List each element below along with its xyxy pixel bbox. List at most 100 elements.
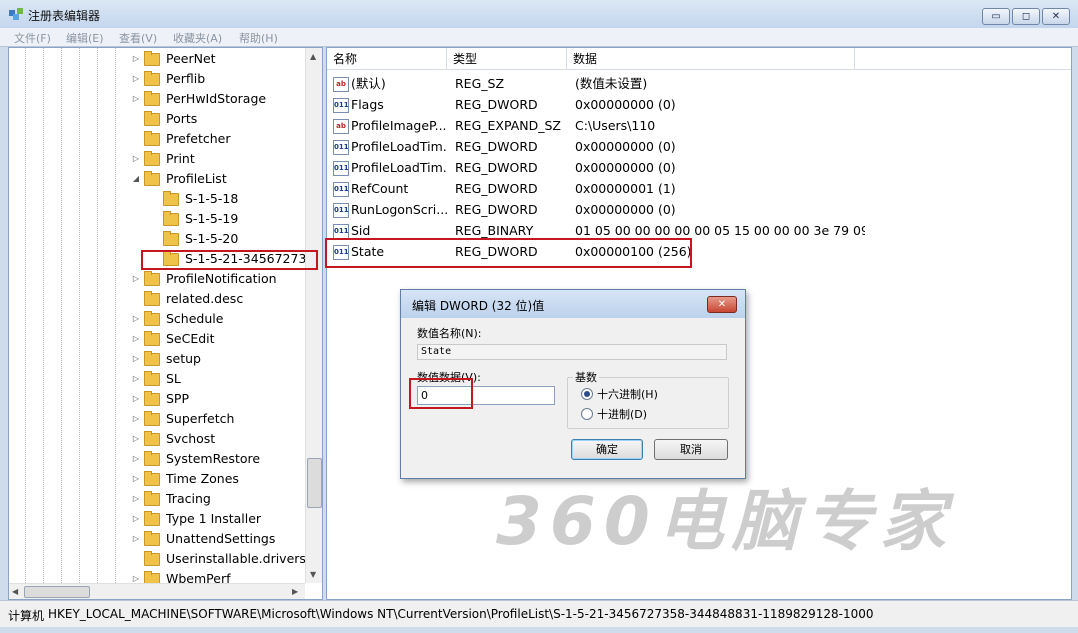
status-label: 计算机 xyxy=(8,609,45,623)
folder-icon xyxy=(144,71,160,86)
menu-bar: 文件(F) 编辑(E) 查看(V) 收藏夹(A) 帮助(H) xyxy=(0,28,1078,47)
tree-horizontal-scrollbar[interactable]: ◀ ▶ xyxy=(9,583,305,599)
tree-item[interactable]: S-1-5-20 xyxy=(9,229,305,249)
scroll-up-arrow-icon[interactable]: ▲ xyxy=(310,52,316,61)
tree-item[interactable]: ▷ SL xyxy=(9,369,305,389)
title-bar: 注册表编辑器 ▭ ◻ ✕ xyxy=(0,0,1078,28)
value-row[interactable]: 011 ProfileLoadTim... REG_DWORD 0x00000000 … xyxy=(327,157,1071,178)
tree-item[interactable]: Ports xyxy=(9,109,305,129)
expand-arrow-icon[interactable]: ▷ xyxy=(131,429,141,449)
tree-item[interactable]: ◢ ProfileList xyxy=(9,169,305,189)
tree-item[interactable]: Prefetcher xyxy=(9,129,305,149)
column-header-name[interactable]: 名称 xyxy=(327,48,447,70)
tree-item-label: Schedule xyxy=(166,311,224,326)
tree-item[interactable]: ▷ Print xyxy=(9,149,305,169)
maximize-button[interactable]: ◻ xyxy=(1012,8,1040,25)
tree-item[interactable]: ▷ Time Zones xyxy=(9,469,305,489)
tree-item[interactable]: ▷ SeCEdit xyxy=(9,329,305,349)
tree-item-label: PeerNet xyxy=(166,51,216,66)
dialog-close-button[interactable]: ✕ xyxy=(707,296,737,313)
minimize-button[interactable]: ▭ xyxy=(982,8,1010,25)
value-row[interactable]: 011 Flags REG_DWORD 0x00000000 (0) xyxy=(327,94,1071,115)
tree-item[interactable]: S-1-5-19 xyxy=(9,209,305,229)
highlight-box-value-input xyxy=(409,378,473,409)
tree-item[interactable]: related.desc xyxy=(9,289,305,309)
menu-favorites[interactable]: 收藏夹(A) xyxy=(173,30,222,46)
expand-arrow-icon[interactable]: ▷ xyxy=(131,529,141,549)
column-header-data[interactable]: 数据 xyxy=(567,48,855,70)
scroll-left-arrow-icon[interactable]: ◀ xyxy=(12,587,18,596)
hex-radio[interactable] xyxy=(581,388,593,400)
tree-item[interactable]: ▷ SystemRestore xyxy=(9,449,305,469)
status-bar: 计算机 HKEY_LOCAL_MACHINE\SOFTWARE\Microsof… xyxy=(0,600,1078,627)
expand-arrow-icon[interactable]: ▷ xyxy=(131,49,141,69)
menu-view[interactable]: 查看(V) xyxy=(119,30,157,46)
window-title: 注册表编辑器 xyxy=(28,9,101,23)
tree-item[interactable]: ▷ SPP xyxy=(9,389,305,409)
tree-hscroll-thumb[interactable] xyxy=(24,586,90,598)
expand-arrow-icon[interactable]: ▷ xyxy=(131,369,141,389)
scroll-down-arrow-icon[interactable]: ▼ xyxy=(310,570,316,579)
folder-icon xyxy=(163,211,179,226)
expand-arrow-icon[interactable]: ▷ xyxy=(131,329,141,349)
value-row[interactable]: ab (默认) REG_SZ (数值未设置) xyxy=(327,73,1071,94)
decimal-radio-label[interactable]: 十进制(D) xyxy=(597,406,647,422)
expand-arrow-icon[interactable]: ▷ xyxy=(131,89,141,109)
tree-item[interactable]: ▷ PeerNet xyxy=(9,49,305,69)
tree-item-label: Perflib xyxy=(166,71,206,86)
tree-item-label: S-1-5-20 xyxy=(185,231,239,246)
ok-button[interactable]: 确定 xyxy=(571,439,643,460)
tree-item[interactable]: ▷ Type 1 Installer xyxy=(9,509,305,529)
expand-arrow-icon[interactable]: ▷ xyxy=(131,69,141,89)
tree-item-label: Superfetch xyxy=(166,411,235,426)
cancel-button[interactable]: 取消 xyxy=(654,439,728,460)
expand-arrow-icon[interactable]: ▷ xyxy=(131,149,141,169)
tree-scroll-thumb[interactable] xyxy=(307,458,322,508)
menu-help[interactable]: 帮助(H) xyxy=(239,30,278,46)
value-type-cell: REG_DWORD xyxy=(455,202,538,217)
tree-item-label: SystemRestore xyxy=(166,451,261,466)
folder-icon xyxy=(144,551,160,566)
menu-edit[interactable]: 编辑(E) xyxy=(66,30,104,46)
tree-item-label: Svchost xyxy=(166,431,216,446)
tree-item[interactable]: ▷ PerHwIdStorage xyxy=(9,89,305,109)
folder-icon xyxy=(144,271,160,286)
tree-item[interactable]: ▷ UnattendSettings xyxy=(9,529,305,549)
expand-arrow-icon[interactable]: ▷ xyxy=(131,489,141,509)
value-row[interactable]: 011 RefCount REG_DWORD 0x00000001 (1) xyxy=(327,178,1071,199)
tree-item[interactable]: ▷ ProfileNotification xyxy=(9,269,305,289)
folder-icon xyxy=(144,531,160,546)
expand-arrow-icon[interactable]: ▷ xyxy=(131,409,141,429)
tree-vertical-scrollbar[interactable]: ▲ ▼ xyxy=(305,48,322,583)
tree-item[interactable]: ▷ setup xyxy=(9,349,305,369)
registry-tree-pane[interactable]: ▷ PeerNet ▷ Perflib ▷ PerHwIdStorage Ports Pref… xyxy=(8,47,323,600)
folder-icon xyxy=(144,171,160,186)
expand-arrow-icon[interactable]: ▷ xyxy=(131,269,141,289)
tree-item[interactable]: ▷ Perflib xyxy=(9,69,305,89)
tree-item[interactable]: ▷ Superfetch xyxy=(9,409,305,429)
folder-icon xyxy=(144,451,160,466)
decimal-radio[interactable] xyxy=(581,408,593,420)
tree-item[interactable]: ▷ Svchost xyxy=(9,429,305,449)
expand-arrow-icon[interactable]: ▷ xyxy=(131,389,141,409)
collapse-arrow-icon[interactable]: ◢ xyxy=(131,169,141,189)
value-row[interactable]: 011 RunLogonScri... REG_DWORD 0x00000000 (0… xyxy=(327,199,1071,220)
value-row[interactable]: 011 ProfileLoadTim... REG_DWORD 0x00000000 … xyxy=(327,136,1071,157)
value-row[interactable]: ab ProfileImageP... REG_EXPAND_SZ C:\Users\… xyxy=(327,115,1071,136)
tree-item-label: Time Zones xyxy=(166,471,239,486)
close-button[interactable]: ✕ xyxy=(1042,8,1070,25)
tree-item[interactable]: ▷ Tracing xyxy=(9,489,305,509)
expand-arrow-icon[interactable]: ▷ xyxy=(131,449,141,469)
expand-arrow-icon[interactable]: ▷ xyxy=(131,349,141,369)
tree-item[interactable]: ▷ Schedule xyxy=(9,309,305,329)
tree-item[interactable]: S-1-5-18 xyxy=(9,189,305,209)
tree-item[interactable]: Userinstallable.drivers xyxy=(9,549,306,569)
menu-file[interactable]: 文件(F) xyxy=(14,30,51,46)
expand-arrow-icon[interactable]: ▷ xyxy=(131,509,141,529)
expand-arrow-icon[interactable]: ▷ xyxy=(131,469,141,489)
hex-radio-label[interactable]: 十六进制(H) xyxy=(597,386,658,402)
scroll-right-arrow-icon[interactable]: ▶ xyxy=(292,587,298,596)
value-data-cell: 0x00000000 (0) xyxy=(575,97,676,112)
column-header-type[interactable]: 类型 xyxy=(447,48,567,70)
expand-arrow-icon[interactable]: ▷ xyxy=(131,309,141,329)
